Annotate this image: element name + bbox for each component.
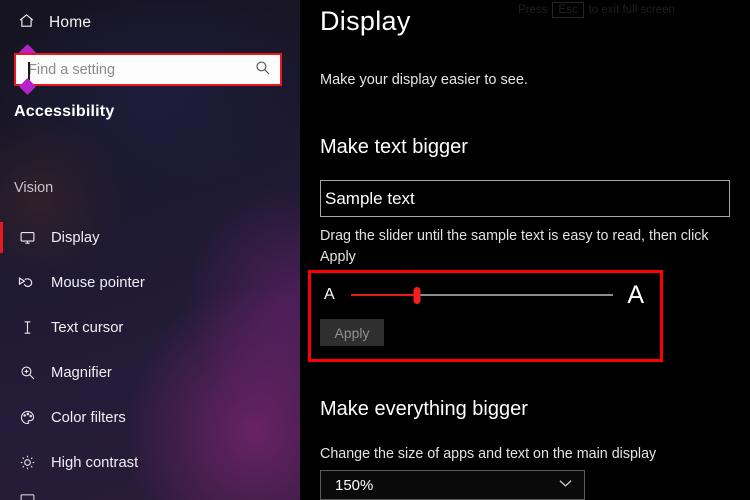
sidebar-group-label: Vision [14,180,54,196]
sidebar-nav-list: Display Mouse pointer Text cursor Magnif… [0,215,300,485]
slider-min-label: A [324,286,335,303]
slider-max-label: A [627,280,644,309]
monitor-icon [18,229,36,246]
home-icon [18,12,35,34]
slider-track-fill [351,293,417,297]
sidebar-item-color-filters[interactable]: Color filters [0,395,300,440]
sample-text-value: Sample text [325,188,415,208]
display-title: Display [320,6,411,36]
home-label: Home [49,14,92,31]
slider-instructions: Drag the slider until the sample text is… [320,228,709,265]
sample-text-preview: Sample text [320,180,730,217]
sidebar-item-home[interactable]: Home [0,6,300,40]
sidebar-item-text-cursor[interactable]: Text cursor [0,305,300,350]
text-caret [28,62,30,81]
scale-description: Change the size of apps and text on the … [320,446,657,462]
sidebar-item-label: High contrast [51,454,139,471]
sidebar-item-display[interactable]: Display [0,215,300,260]
magnifier-icon [18,364,36,381]
display-settings-panel: Press Esc to exit full screen Display Ma… [300,0,750,500]
display-scale-value: 150% [335,476,374,494]
make-everything-bigger-heading: Make everything bigger [320,398,528,420]
text-cursor-icon [18,319,36,336]
color-filters-icon [18,409,36,426]
make-text-bigger-heading: Make text bigger [320,136,468,158]
search-field-wrapper[interactable]: Find a setting [14,44,282,95]
mouse-pointer-icon [18,274,36,292]
text-size-slider[interactable]: A A [324,280,644,309]
page-title: Accessibility [14,103,115,120]
high-contrast-icon [18,454,36,471]
esc-hint-suffix: to exit full screen [588,4,675,16]
search-icon[interactable] [254,59,271,81]
slider-thumb[interactable] [413,287,420,304]
display-subtitle: Make your display easier to see. [320,72,528,88]
slider-track[interactable] [351,285,613,305]
sidebar-item-label: Color filters [51,409,126,426]
esc-hint-press: Press [518,4,548,16]
esc-key-badge: Esc [552,2,584,18]
sidebar-item-mouse-pointer[interactable]: Mouse pointer [0,260,300,305]
search-placeholder: Find a setting [28,61,116,78]
apply-button[interactable]: Apply [320,319,384,346]
sidebar-item-label: Text cursor [51,319,124,336]
search-input[interactable]: Find a setting [14,53,282,86]
sidebar-item-magnifier[interactable]: Magnifier [0,350,300,395]
exit-fullscreen-hint: Press Esc to exit full screen [518,2,675,18]
sidebar-item-label: Mouse pointer [51,274,145,291]
sidebar-item-label: Display [51,229,100,246]
sidebar-item-high-contrast[interactable]: High contrast [0,440,300,485]
chevron-down-icon [559,479,572,491]
display-scale-dropdown[interactable]: 150% [320,470,585,500]
apply-button-label: Apply [334,324,370,341]
sidebar-item-partial-icon[interactable] [18,492,36,500]
sidebar-item-label: Magnifier [51,364,112,381]
settings-sidebar: Home Find a setting Accessibility Vision… [0,0,300,500]
